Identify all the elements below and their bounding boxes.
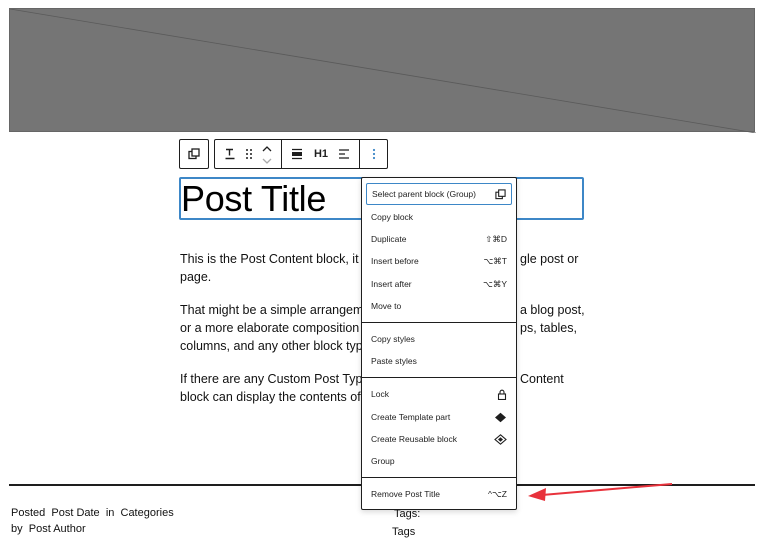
drag-handle-icon[interactable] <box>241 140 257 168</box>
menu-item-duplicate[interactable]: Duplicate ⇧⌘D <box>366 228 512 250</box>
align-icon[interactable] <box>285 140 309 168</box>
select-parent-toolbar[interactable] <box>179 139 209 169</box>
block-toolbar: H1 <box>214 139 388 169</box>
text-align-left-icon[interactable] <box>333 140 355 168</box>
toolbar-divider <box>359 140 360 168</box>
post-meta-line: Posted Post Date in Categories <box>11 507 174 519</box>
post-author[interactable]: Post Author <box>29 523 86 535</box>
menu-item-remove-post-title[interactable]: Remove Post Title ^⌥Z <box>366 483 512 505</box>
menu-item-create-reusable-block[interactable]: Create Reusable block <box>366 428 512 450</box>
annotation-arrow <box>528 483 673 501</box>
content-paragraph-tail: Content <box>520 372 564 386</box>
in-label: in <box>105 507 115 519</box>
featured-image-placeholder[interactable] <box>9 8 756 133</box>
menu-item-create-template-part[interactable]: Create Template part <box>366 406 512 428</box>
menu-item-copy-styles[interactable]: Copy styles <box>366 328 512 350</box>
move-up-button[interactable] <box>259 141 275 155</box>
title-icon[interactable] <box>219 140 241 168</box>
menu-item-insert-after[interactable]: Insert after ⌥⌘Y <box>366 273 512 295</box>
content-paragraph-tail: ps, tables, <box>520 321 577 335</box>
content-paragraph-tail: a blog post, <box>520 303 585 317</box>
toolbar-divider <box>281 140 282 168</box>
post-tags[interactable]: Tags <box>392 526 415 538</box>
block-options-menu: Select parent block (Group) Copy block D… <box>361 177 517 510</box>
shortcut: ⌥⌘Y <box>483 278 507 289</box>
post-title[interactable]: Post Title <box>181 178 326 220</box>
post-categories[interactable]: Categories <box>121 507 174 519</box>
select-parent-icon[interactable] <box>180 140 208 168</box>
menu-item-copy-block[interactable]: Copy block <box>366 206 512 228</box>
lock-icon <box>497 389 507 400</box>
content-paragraph-tail: gle post or <box>520 252 579 266</box>
template-part-icon <box>495 412 506 422</box>
select-parent-icon <box>495 188 506 199</box>
post-date[interactable]: Post Date <box>51 507 99 519</box>
by-label: by <box>11 523 23 535</box>
menu-separator <box>362 477 516 478</box>
posted-label: Posted <box>11 507 46 519</box>
chevron-down-icon <box>262 158 272 164</box>
placeholder-diagonal <box>10 9 756 133</box>
menu-item-select-parent[interactable]: Select parent block (Group) <box>366 183 512 205</box>
post-author-line: by Post Author <box>11 523 86 535</box>
chevron-up-icon <box>262 145 272 151</box>
more-vertical-icon <box>372 148 376 160</box>
more-options-button[interactable] <box>363 140 385 168</box>
shortcut: ⇧⌘D <box>485 233 507 244</box>
menu-item-paste-styles[interactable]: Paste styles <box>366 350 512 372</box>
move-down-button[interactable] <box>259 155 275 167</box>
shortcut: ^⌥Z <box>488 488 507 499</box>
menu-item-move-to[interactable]: Move to <box>366 295 512 317</box>
reusable-block-icon <box>494 433 507 445</box>
heading-level-button[interactable]: H1 <box>309 140 333 168</box>
menu-item-lock[interactable]: Lock <box>366 383 512 405</box>
menu-separator <box>362 377 516 378</box>
menu-item-group[interactable]: Group <box>366 450 512 472</box>
menu-separator <box>362 322 516 323</box>
menu-item-insert-before[interactable]: Insert before ⌥⌘T <box>366 250 512 272</box>
shortcut: ⌥⌘T <box>483 255 508 266</box>
